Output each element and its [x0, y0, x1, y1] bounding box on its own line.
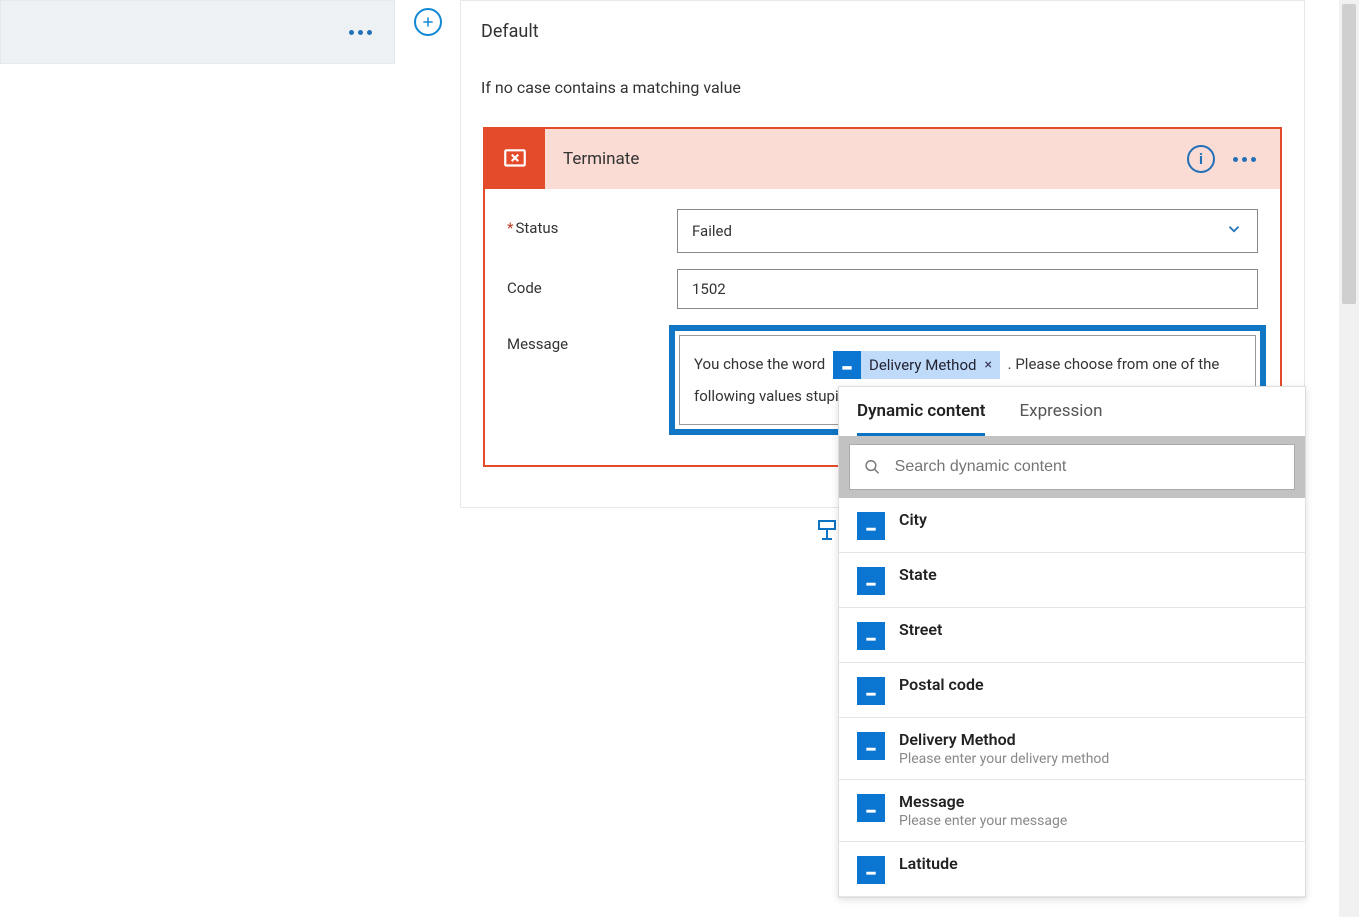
dc-item-desc: Please enter your delivery method	[899, 751, 1109, 767]
dynamic-content-panel: Dynamic content Expression City State Stre…	[838, 386, 1306, 898]
code-input[interactable]: 1502	[677, 269, 1258, 309]
dc-item-name: Postal code	[899, 675, 984, 694]
message-text-before: You chose the word	[694, 355, 829, 373]
dynamic-content-item[interactable]: City	[839, 498, 1305, 553]
dynamic-content-item[interactable]: Latitude	[839, 842, 1305, 897]
tab-expression[interactable]: Expression	[1019, 401, 1102, 436]
chevron-down-icon	[1225, 220, 1243, 242]
trigger-icon	[857, 794, 885, 822]
trigger-icon	[857, 622, 885, 650]
trigger-icon	[857, 567, 885, 595]
dc-item-desc: Please enter your message	[899, 813, 1067, 829]
previous-step-card[interactable]	[0, 0, 395, 64]
add-step-button[interactable]	[813, 516, 841, 544]
dc-item-name: City	[899, 510, 927, 529]
status-label: *Status	[507, 209, 677, 237]
search-icon	[864, 458, 881, 476]
terminate-icon	[485, 129, 545, 189]
scrollbar-thumb[interactable]	[1342, 4, 1356, 304]
dc-item-name: Latitude	[899, 854, 958, 873]
trigger-icon	[857, 732, 885, 760]
dynamic-content-item[interactable]: State	[839, 553, 1305, 608]
token-label: Delivery Method	[861, 349, 984, 381]
tab-dynamic-content[interactable]: Dynamic content	[857, 401, 985, 436]
trigger-icon	[857, 856, 885, 884]
action-title: Terminate	[545, 149, 1187, 169]
trigger-icon	[857, 677, 885, 705]
dynamic-content-list: City State Street Postal code Delivery Metho…	[839, 498, 1305, 897]
action-more-icon[interactable]	[1233, 157, 1256, 162]
search-input[interactable]	[895, 458, 1280, 476]
more-icon[interactable]	[349, 30, 372, 35]
dc-item-name: Delivery Method	[899, 730, 1109, 749]
code-label: Code	[507, 269, 677, 297]
case-description: If no case contains a matching value	[461, 48, 1304, 117]
dynamic-content-token[interactable]: Delivery Method ×	[833, 351, 1000, 379]
dynamic-content-item[interactable]: Street	[839, 608, 1305, 663]
dynamic-content-item[interactable]: Message Please enter your message	[839, 780, 1305, 842]
message-label: Message	[507, 325, 677, 353]
info-icon[interactable]: i	[1187, 145, 1215, 173]
dc-item-name: State	[899, 565, 937, 584]
code-value: 1502	[692, 280, 726, 298]
dc-item-name: Message	[899, 792, 1067, 811]
token-remove-icon[interactable]: ×	[984, 349, 999, 381]
trigger-icon	[833, 351, 861, 379]
dynamic-content-search[interactable]	[849, 444, 1295, 490]
insert-step-button[interactable]	[414, 8, 442, 36]
dynamic-content-item[interactable]: Postal code	[839, 663, 1305, 718]
dc-item-name: Street	[899, 620, 942, 639]
status-select[interactable]: Failed	[677, 209, 1258, 253]
action-header[interactable]: Terminate i	[485, 129, 1280, 189]
case-title: Default	[461, 1, 1304, 48]
trigger-icon	[857, 512, 885, 540]
dynamic-content-item[interactable]: Delivery Method Please enter your deliver…	[839, 718, 1305, 780]
vertical-scrollbar[interactable]	[1339, 0, 1359, 917]
status-value: Failed	[692, 222, 732, 240]
